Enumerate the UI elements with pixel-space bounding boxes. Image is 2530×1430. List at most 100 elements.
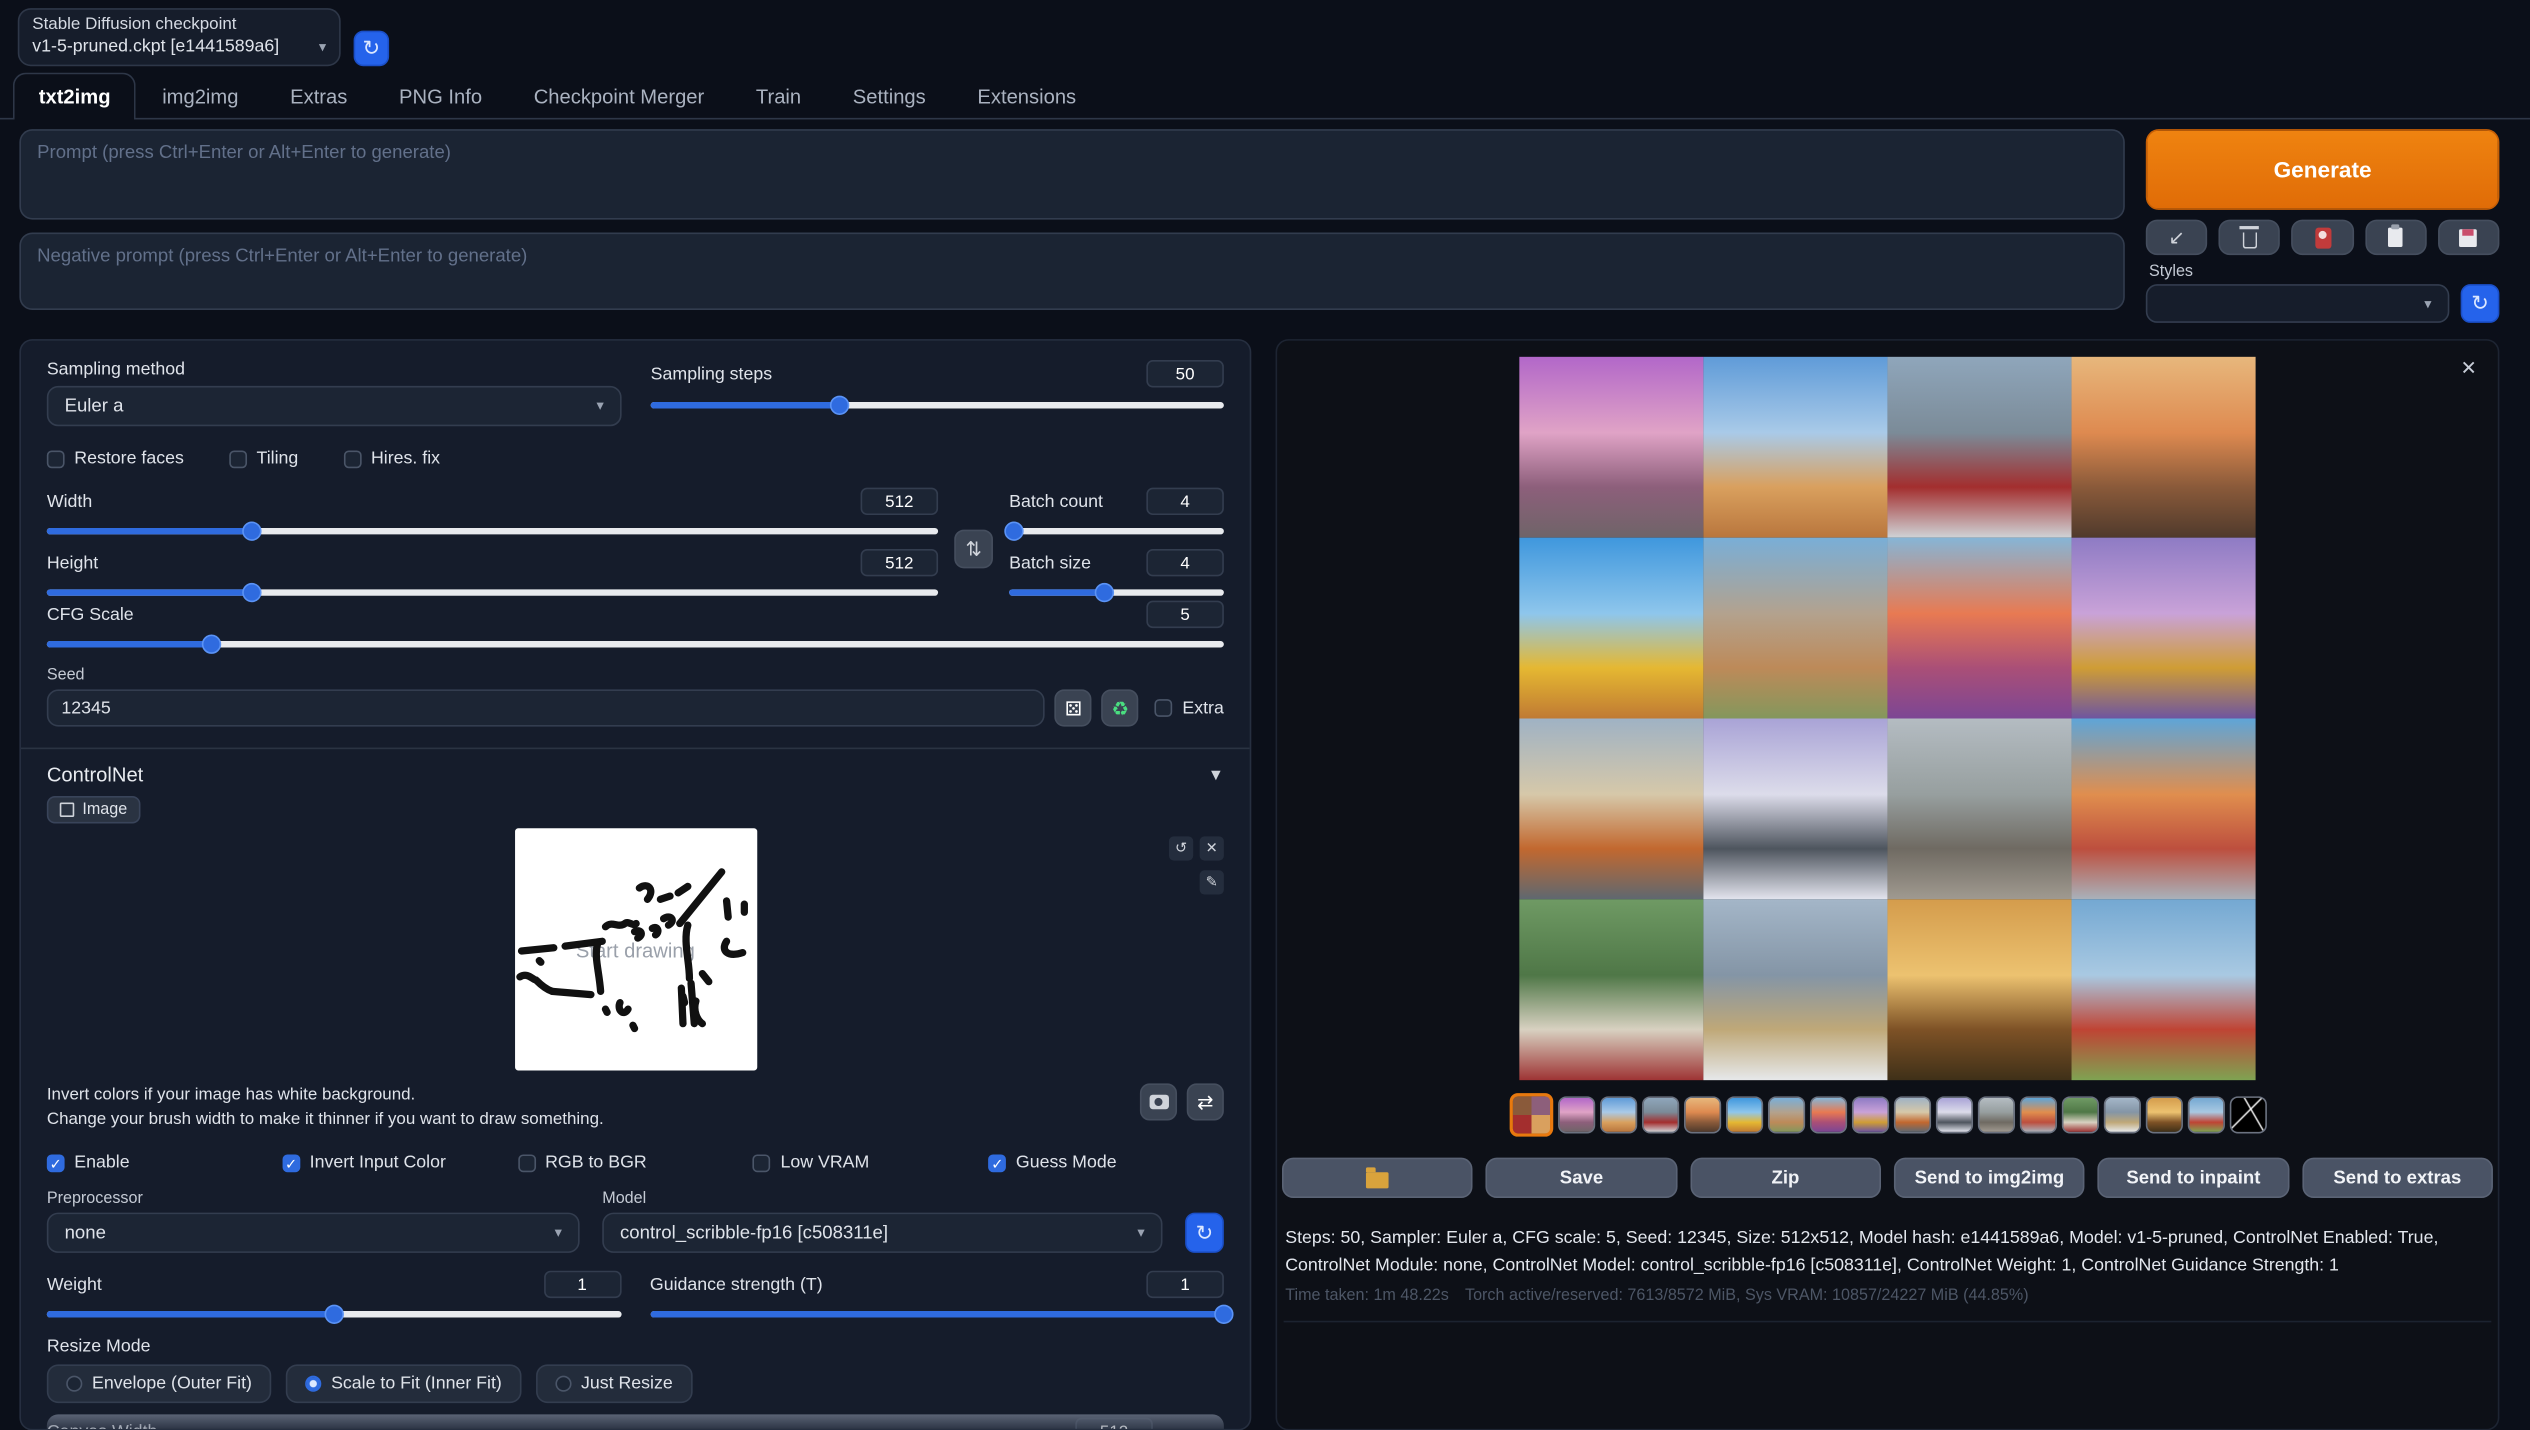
gallery-image-orange-cottages-blue-sky[interactable] [1703,357,1887,538]
batch-count-value[interactable]: 4 [1146,488,1224,515]
thumbnail-colorful-alley-street[interactable] [2019,1096,2056,1133]
prompt-input[interactable] [19,129,2124,219]
tab-txt2img[interactable]: txt2img [13,73,136,120]
width-value[interactable]: 512 [861,488,939,515]
cfg-scale-slider[interactable] [47,641,1224,647]
send-to-inpaint-button[interactable]: Send to inpaint [2098,1158,2289,1198]
gallery-image-orange-houses-roadside[interactable] [1519,718,1703,899]
thumbnail-golden-sunset-barn[interactable] [2145,1096,2182,1133]
invert-input-color-checkbox[interactable] [282,1154,300,1172]
thumbnail-controlnet-scribble[interactable] [2229,1096,2266,1133]
batch-count-slider[interactable] [1009,528,1224,534]
send-to-extras-button[interactable]: Send to extras [2302,1158,2493,1198]
thumbnail-red-house-purple-path[interactable] [1809,1096,1846,1133]
tab-train[interactable]: Train [730,73,827,120]
reuse-seed-recycle-button[interactable]: ♻ [1102,689,1139,726]
save-style-floppy-button[interactable] [2438,220,2500,256]
gallery-image-snowy-cabins-purple-sky[interactable] [1703,718,1887,899]
thumbnail-red-farmhouse-green-field[interactable] [2187,1096,2224,1133]
batch-size-slider[interactable] [1009,589,1224,595]
thumbnail-sunset-street-houses[interactable] [1683,1096,1720,1133]
thumbnail-white-house-red-brush[interactable] [2061,1096,2098,1133]
tab-extensions[interactable]: Extensions [952,73,1102,120]
refresh-models-button[interactable]: ↻ [1185,1213,1224,1253]
weight-value[interactable]: 1 [543,1271,621,1298]
rgb-to-bgr-checkbox[interactable] [518,1154,536,1172]
tab-extras[interactable]: Extras [264,73,373,120]
restore-faces-checkbox[interactable] [47,450,65,468]
gallery-image-colorful-alley-street[interactable] [2072,718,2256,899]
sampling-method-dropdown[interactable]: Euler a ▾ [47,386,622,426]
enable-checkbox[interactable] [47,1154,65,1172]
close-gallery-icon[interactable]: ✕ [2461,357,2477,380]
controlnet-image-tab[interactable]: Image [47,796,140,823]
random-seed-dice-button[interactable]: ⚄ [1055,689,1092,726]
gallery-image-yellow-house-hillside[interactable] [1519,538,1703,719]
gallery-image-red-farmhouse-green-field[interactable] [2072,899,2256,1080]
seed-input[interactable] [47,689,1045,726]
save-button[interactable]: Save [1486,1158,1677,1198]
gallery-image-colorful-houses-sunset-sun[interactable] [2072,538,2256,719]
gallery-image-snowy-mountain-cabin[interactable] [1703,899,1887,1080]
paste-params-button[interactable]: ↙ [2146,220,2208,256]
hires-fix-checkbox[interactable] [344,450,362,468]
thumbnail-yellow-house-hillside[interactable] [1725,1096,1762,1133]
brush-pencil-icon[interactable]: ✎ [1200,870,1224,894]
checkpoint-dropdown[interactable]: v1-5-pruned.ckpt [e1441589a6] ▾ [32,37,326,56]
tiling-checkbox[interactable] [229,450,247,468]
gallery-image-white-house-red-brush[interactable] [1519,899,1703,1080]
tab-img2img[interactable]: img2img [136,73,264,120]
gallery-image-village-street-pink-sunset[interactable] [1519,357,1703,538]
extra-networks-card-button[interactable] [2292,220,2354,256]
weight-slider[interactable] [47,1312,621,1318]
thumbnail-orange-houses-roadside[interactable] [1893,1096,1930,1133]
width-slider[interactable] [47,528,938,534]
generate-button[interactable]: Generate [2146,129,2500,210]
styles-dropdown[interactable]: ▾ [2146,284,2450,323]
tab-settings[interactable]: Settings [827,73,952,120]
height-slider[interactable] [47,589,938,595]
mirror-webcam-button[interactable]: ⇄ [1187,1083,1224,1120]
thumbnail-weathered-barn-grey[interactable] [1977,1096,2014,1133]
cfg-scale-value[interactable]: 5 [1146,601,1224,628]
thumbnail-grid-montage[interactable] [1509,1093,1553,1137]
controlnet-model-dropdown[interactable]: control_scribble-fp16 [c508311e] ▾ [602,1213,1162,1253]
collapse-arrow-icon[interactable]: ▼ [1208,766,1224,784]
height-value[interactable]: 512 [861,549,939,576]
gallery-image-weathered-barn-grey[interactable] [1887,718,2071,899]
resize-mode-just-resize[interactable]: Just Resize [536,1365,692,1404]
clear-canvas-close-icon[interactable]: ✕ [1200,836,1224,860]
tab-checkpoint-merger[interactable]: Checkpoint Merger [508,73,730,120]
preprocessor-dropdown[interactable]: none ▾ [47,1213,580,1253]
tab-png-info[interactable]: PNG Info [373,73,508,120]
gallery-image-red-houses-snow-gravel[interactable] [1887,357,2071,538]
swap-width-height-button[interactable]: ⇅ [954,530,993,569]
zip-button[interactable]: Zip [1690,1158,1881,1198]
thumbnail-snowy-cabins-purple-sky[interactable] [1935,1096,1972,1133]
collapsed-section-bar[interactable] [47,1414,1224,1430]
thumbnail-red-houses-snow-gravel[interactable] [1641,1096,1678,1133]
sampling-steps-value[interactable]: 50 [1146,360,1224,387]
batch-size-value[interactable]: 4 [1146,549,1224,576]
gallery-image-sunset-street-houses[interactable] [2072,357,2256,538]
gallery-image-red-house-purple-path[interactable] [1887,538,2071,719]
webcam-button[interactable] [1140,1083,1177,1120]
guess-mode-checkbox[interactable] [988,1154,1006,1172]
thumbnail-village-street-pink-sunset[interactable] [1557,1096,1594,1133]
low-vram-checkbox[interactable] [753,1154,771,1172]
open-folder-button[interactable] [1282,1158,1473,1198]
guidance-strength-value[interactable]: 1 [1146,1271,1224,1298]
resize-mode-envelope-outer-fit[interactable]: Envelope (Outer Fit) [47,1365,272,1404]
apply-styles-clipboard-button[interactable] [2365,220,2427,256]
thumbnail-orange-cottages-blue-sky[interactable] [1599,1096,1636,1133]
refresh-checkpoint-button[interactable]: ↻ [354,31,390,67]
gallery-image-stone-house-meadow[interactable] [1703,538,1887,719]
undo-icon[interactable]: ↺ [1169,836,1193,860]
gallery-image-golden-sunset-barn[interactable] [1887,899,2071,1080]
extra-seed-checkbox[interactable] [1155,699,1173,717]
sampling-steps-slider[interactable] [651,402,1224,408]
thumbnail-snowy-mountain-cabin[interactable] [2103,1096,2140,1133]
negative-prompt-input[interactable] [19,233,2124,311]
guidance-strength-slider[interactable] [650,1312,1224,1318]
controlnet-drawing-canvas[interactable]: Start drawing [514,828,756,1070]
